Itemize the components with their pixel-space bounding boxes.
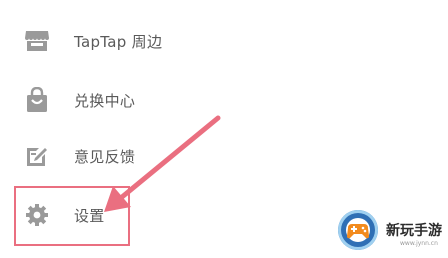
menu-item-label: 兑换中心 [74, 91, 136, 110]
menu-item-redeem-center[interactable]: 兑换中心 [0, 80, 300, 120]
menu-item-taptap-merch[interactable]: TapTap 周边 [0, 21, 300, 61]
menu-item-label: TapTap 周边 [74, 32, 163, 51]
watermark: 新玩手游 www.jynn.cn [336, 210, 448, 258]
menu-item-feedback[interactable]: 意见反馈 [0, 136, 300, 176]
menu-item-label: 意见反馈 [74, 147, 136, 166]
watermark-url: www.jynn.cn [400, 240, 438, 247]
bag-icon [22, 85, 52, 115]
watermark-text: 新玩手游 [386, 223, 442, 239]
gamepad-logo-icon [338, 210, 378, 250]
shop-icon [22, 26, 52, 56]
settings-highlight-box [14, 186, 130, 246]
edit-feedback-icon [22, 141, 52, 171]
